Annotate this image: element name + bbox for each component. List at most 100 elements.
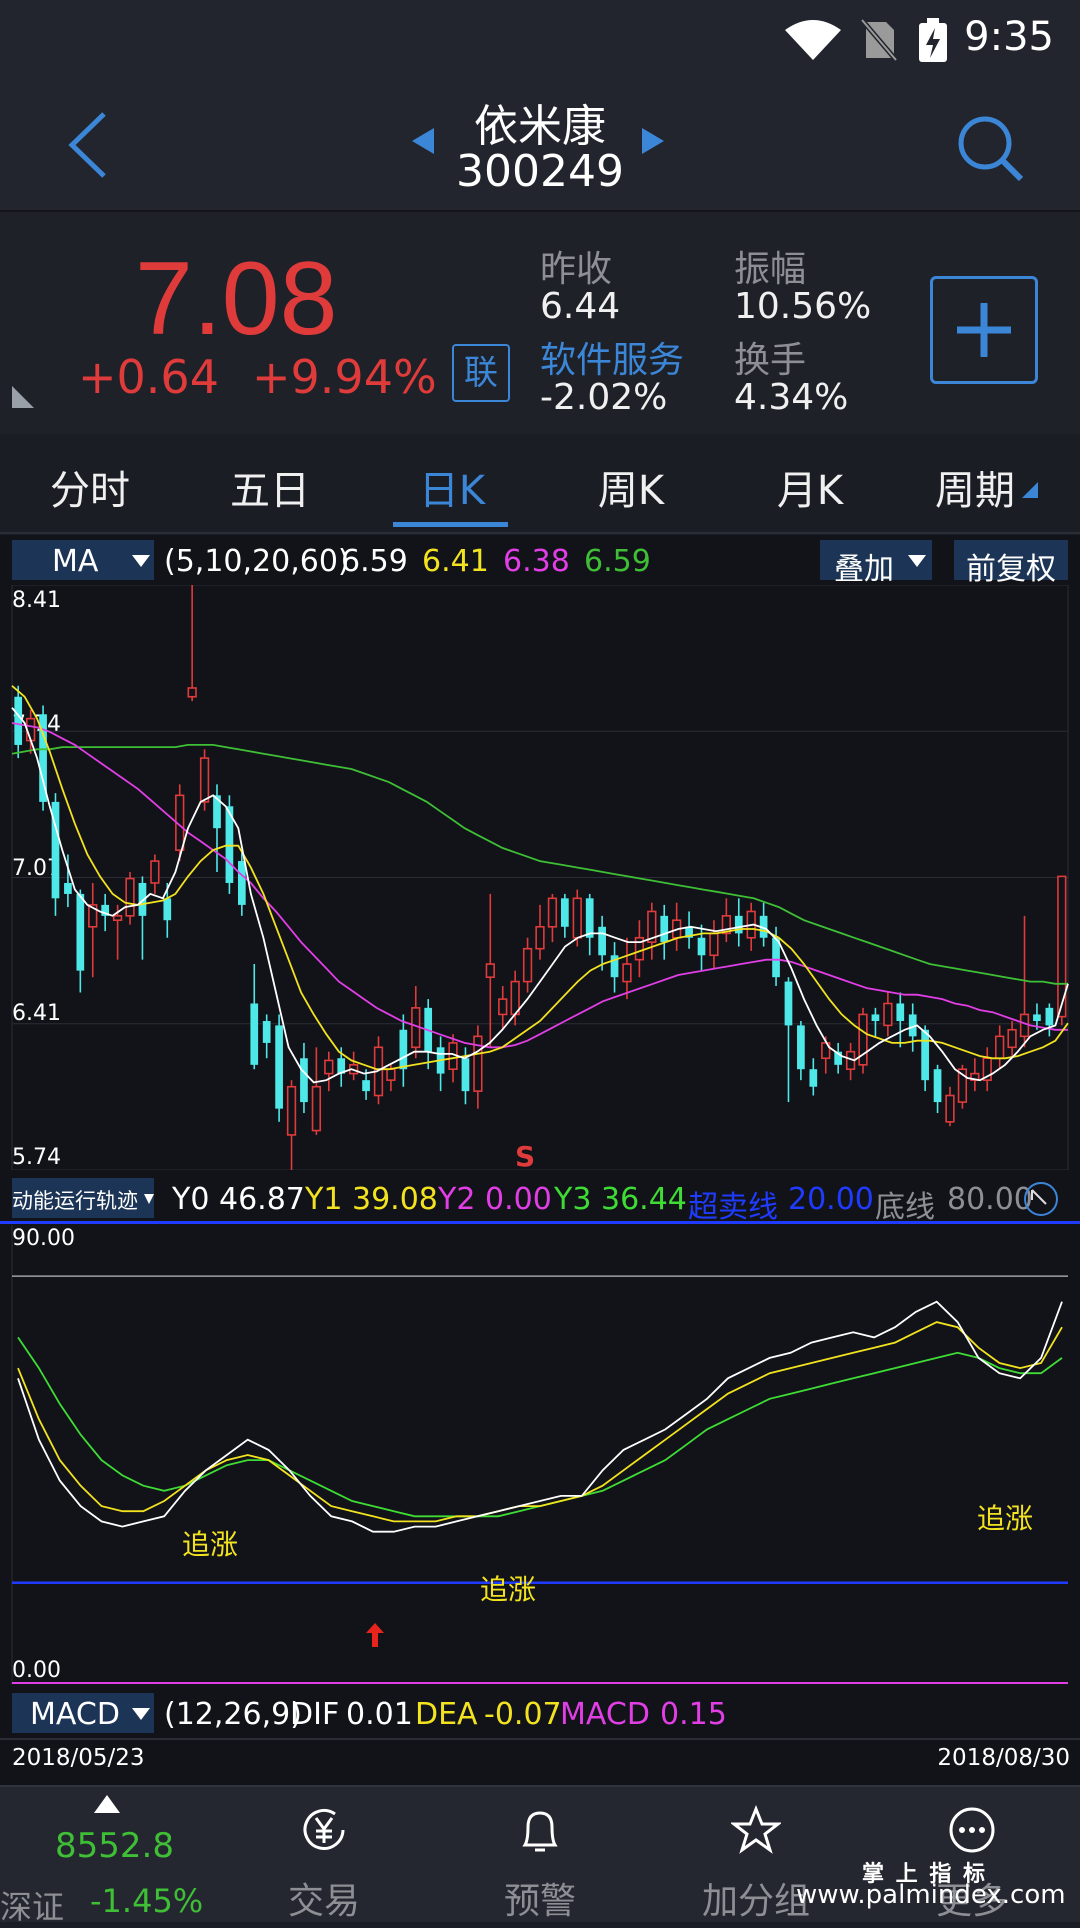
chase-label-3: 追涨: [977, 1502, 1034, 1535]
y3-label: Y3: [554, 1182, 592, 1217]
candle-body: [150, 860, 160, 884]
ma60-value: 6.59: [584, 544, 651, 579]
candle-body: [660, 915, 669, 943]
corner-triangle-icon[interactable]: [10, 384, 36, 410]
kline-chart[interactable]: [0, 585, 1080, 1170]
bottom-line-value: 80.00: [947, 1182, 1033, 1217]
ma-params: (5,10,20,60): [164, 544, 350, 579]
candle-body: [547, 897, 558, 928]
candle-body: [697, 937, 706, 956]
turnover-value: 4.34%: [734, 377, 849, 418]
candle-body: [560, 898, 569, 927]
sector-change: -2.02%: [540, 377, 668, 418]
tab-intraday[interactable]: 分时: [15, 458, 165, 516]
linked-badge[interactable]: 联: [452, 344, 510, 402]
expand-icon[interactable]: [1022, 1180, 1060, 1218]
chase-label-1: 追涨: [182, 1528, 239, 1561]
candle-body: [921, 1029, 929, 1081]
nav-alert-label: 预警: [503, 1881, 576, 1922]
candle-body: [64, 882, 72, 894]
macd-value: 0.15: [660, 1697, 727, 1732]
candle-body: [237, 861, 246, 905]
dea-value: -0.07: [484, 1697, 562, 1732]
search-icon[interactable]: [955, 113, 1025, 183]
wifi-icon: [785, 20, 841, 60]
active-tab-indicator: [393, 522, 508, 527]
candle-body: [784, 981, 793, 1026]
price-change: +0.64: [78, 350, 219, 404]
prev-close-value: 6.44: [540, 286, 621, 327]
indicator_yellow-line: [17, 1321, 1063, 1523]
candle-body: [933, 1069, 942, 1103]
candle-body: [275, 1025, 283, 1109]
expand-up-icon[interactable]: [94, 1795, 120, 1813]
period-dropdown-icon: [1022, 482, 1038, 498]
adjust-button[interactable]: 前复权: [954, 540, 1068, 587]
oversold-label: 超卖线: [688, 1190, 778, 1225]
y1-value: 39.08: [352, 1182, 438, 1217]
macd-selector[interactable]: MACD: [12, 1693, 154, 1733]
indicator-selector-label: 动能运行轨迹: [12, 1189, 138, 1213]
tab-daily-k[interactable]: 日K: [377, 458, 527, 516]
index-value[interactable]: 8552.8: [55, 1826, 174, 1866]
price-change-pct: +9.94%: [252, 350, 437, 404]
macd-params: (12,26,9): [164, 1697, 302, 1732]
candle-body: [1007, 1028, 1017, 1049]
tab-five-day[interactable]: 五日: [195, 458, 345, 516]
y0-value: 46.87: [219, 1182, 305, 1217]
amplitude-label: 振幅: [734, 249, 807, 290]
candle-body: [14, 696, 23, 745]
indicator-selector[interactable]: 动能运行轨迹: [12, 1178, 154, 1218]
candle-body: [896, 1003, 905, 1022]
candle-body: [598, 926, 606, 956]
overlay-selector[interactable]: 叠加: [820, 540, 932, 587]
candle-body: [809, 1069, 818, 1087]
back-arrow-icon[interactable]: [66, 110, 110, 180]
chevron-down-icon: [132, 1708, 150, 1720]
candle-body: [187, 687, 197, 698]
macd-selector-label: MACD: [30, 1697, 120, 1732]
macd-label: MACD: [560, 1697, 650, 1732]
candle-body: [399, 1029, 408, 1070]
candle-body: [311, 1085, 322, 1132]
star-icon: [731, 1805, 781, 1854]
indicator-chart[interactable]: [0, 1225, 1080, 1685]
candle-body: [883, 1002, 893, 1027]
turnover-label: 换手: [734, 340, 807, 381]
candle-body: [386, 1068, 396, 1081]
add-watchlist-button[interactable]: [930, 276, 1038, 384]
ma20-line: [11, 722, 1068, 1049]
index-name: 深证: [0, 1888, 65, 1926]
candle-body: [112, 915, 123, 922]
amplitude-value: 10.56%: [734, 286, 872, 327]
ma10-value: 6.41: [422, 544, 489, 579]
status-time: 9:35: [964, 14, 1054, 60]
bottom-line-label: 底线: [875, 1190, 935, 1225]
candle-body: [535, 925, 545, 950]
more-icon: [949, 1807, 995, 1853]
chevron-down-icon: [144, 1194, 154, 1204]
no-sim-icon: [860, 18, 898, 62]
ma5-value: 6.59: [341, 544, 408, 579]
dif-label: DIF: [290, 1697, 340, 1732]
ma-selector[interactable]: MA: [12, 540, 154, 580]
candle-body: [585, 898, 594, 938]
stock-code: 300249: [456, 146, 624, 197]
tab-weekly-k[interactable]: 周K: [556, 458, 706, 516]
watermark-url: www.palmindex.com: [796, 1880, 1066, 1910]
candle-body: [125, 877, 135, 917]
candle-body: [522, 947, 533, 983]
candle-body: [199, 757, 210, 803]
tab-monthly-k[interactable]: 月K: [735, 458, 885, 516]
buy-arrow-icon: [366, 1623, 384, 1647]
plus-icon: [957, 303, 1011, 357]
sector-link[interactable]: 软件服务: [540, 331, 684, 383]
sell-signal: S: [515, 1140, 536, 1173]
yen-icon: [303, 1809, 345, 1850]
candle-body: [262, 1021, 271, 1043]
current-price: 7.08: [135, 241, 338, 357]
candle-body: [797, 1025, 805, 1070]
y2-label: Y2: [438, 1182, 476, 1217]
candle-body: [300, 1058, 308, 1103]
adjust-label: 前复权: [966, 552, 1056, 587]
